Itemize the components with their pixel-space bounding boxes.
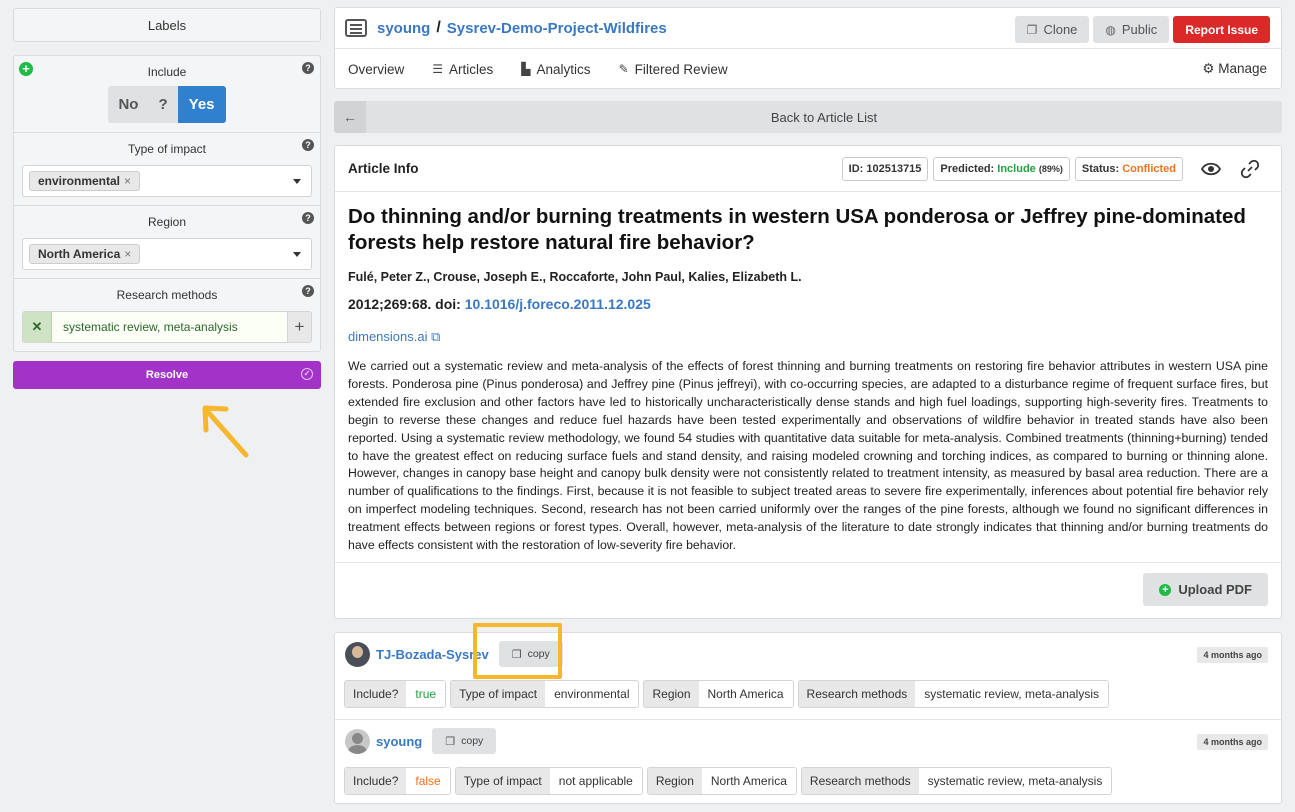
upload-pdf-button[interactable]: + Upload PDF	[1143, 573, 1268, 606]
answer-row: syoung ❐ copy 4 months ago Include? false …	[335, 719, 1281, 805]
region-dropdown[interactable]: North America ×	[22, 238, 312, 270]
label-region: Region ? North America ×	[14, 206, 320, 279]
tab-manage[interactable]: ⚙ Manage	[1202, 61, 1267, 77]
external-link-icon: ⧉	[431, 329, 441, 344]
eye-icon[interactable]	[1200, 158, 1222, 180]
clone-icon: ❐	[1026, 22, 1038, 37]
tab-overview[interactable]: Overview	[348, 62, 404, 77]
article-title: Do thinning and/or burning treatments in…	[348, 205, 1246, 254]
labels-panel: Labels + Include ? No? Yes Type of impact…	[13, 8, 321, 389]
answer-tag: Type of impact environmental	[450, 680, 640, 708]
gear-icon: ⚙	[1202, 61, 1215, 76]
copy-icon: ❐	[445, 735, 456, 748]
include-yes-button[interactable]: Yes	[177, 86, 226, 123]
callout-arrow-icon	[202, 405, 249, 458]
section-title: Article Info	[348, 161, 419, 176]
avatar	[345, 728, 370, 754]
help-icon[interactable]: ?	[302, 212, 314, 224]
tab-articles[interactable]: ☰ Articles	[432, 62, 493, 77]
add-icon[interactable]: +	[287, 312, 311, 342]
resolve-button[interactable]: Resolve ✓	[13, 361, 321, 389]
label-title: Include	[147, 65, 187, 79]
chip-remove-icon[interactable]: ×	[124, 247, 131, 261]
label-editor: + Include ? No? Yes Type of impact ? envi…	[13, 55, 321, 352]
answer-tag: Region North America	[643, 680, 794, 708]
tab-analytics[interactable]: ▙ Analytics	[521, 62, 590, 77]
id-badge: ID: 102513715	[841, 157, 929, 181]
predicted-badge: Predicted: Include (89%)	[933, 157, 1070, 181]
type-of-impact-dropdown[interactable]: environmental ×	[22, 165, 312, 197]
owner-link[interactable]: syoung	[377, 20, 430, 37]
dropdown-caret-icon[interactable]	[293, 252, 301, 257]
clear-icon[interactable]: ✕	[23, 312, 51, 342]
link-icon[interactable]	[1239, 158, 1261, 180]
label-title: Region	[147, 215, 187, 229]
clone-button[interactable]: ❐ Clone	[1014, 16, 1090, 43]
bar-chart-icon: ▙	[521, 62, 531, 76]
status-badge: Status: Conflicted	[1074, 157, 1183, 181]
pencil-icon: ✎	[618, 62, 629, 76]
label-title: Research methods	[116, 288, 218, 302]
arrow-left-icon: ←	[334, 101, 366, 133]
research-methods-value[interactable]: systematic review, meta-analysis	[51, 312, 287, 342]
public-button[interactable]: ◍ Public	[1093, 16, 1170, 43]
article-citation: 2012;269:68. doi: 10.1016/j.foreco.2011.…	[348, 296, 651, 312]
report-issue-button[interactable]: Report Issue	[1173, 16, 1270, 43]
user-link[interactable]: TJ-Bozada-Sysrev	[376, 647, 489, 662]
copy-button[interactable]: ❐ copy	[432, 728, 497, 754]
chip-remove-icon[interactable]: ×	[124, 174, 131, 188]
selected-chip: North America ×	[29, 244, 141, 264]
check-circle-icon: ✓	[301, 368, 313, 380]
include-button-group: No? Yes	[22, 86, 312, 123]
label-title: Type of impact	[127, 142, 207, 156]
label-include: + Include ? No? Yes	[14, 56, 320, 133]
project-header: syoung / Sysrev-Demo-Project-Wildfires ❐…	[334, 7, 1282, 89]
answer-tag: Research methods systematic review, meta-…	[797, 680, 1109, 708]
answer-tag: Region North America	[646, 767, 797, 795]
doi-link[interactable]: 10.1016/j.foreco.2011.12.025	[465, 296, 651, 312]
answer-tag: Research methods systematic review, meta-…	[800, 767, 1113, 795]
dropdown-caret-icon[interactable]	[293, 179, 301, 184]
answer-tag: Include? true	[344, 680, 447, 708]
labels-header: Labels	[13, 8, 321, 42]
article-authors: Fulé, Peter Z., Crouse, Joseph E., Rocca…	[348, 270, 802, 284]
timestamp: 4 months ago	[1197, 647, 1268, 663]
plus-circle-icon: +	[1159, 583, 1172, 596]
tab-filtered-review[interactable]: ✎ Filtered Review	[619, 62, 728, 77]
back-to-list-button[interactable]: ← Back to Article List	[334, 101, 1282, 133]
include-unknown-button[interactable]: ?	[148, 86, 178, 123]
label-type-of-impact: Type of impact ? environmental ×	[14, 133, 320, 206]
label-research-methods: Research methods ? ✕ systematic review, …	[14, 279, 320, 351]
add-label-icon[interactable]: +	[19, 62, 33, 76]
project-list-icon	[345, 19, 367, 37]
answer-tag: Include? false	[344, 767, 451, 795]
globe-icon: ◍	[1105, 22, 1116, 37]
include-no-button[interactable]: No	[108, 86, 149, 123]
list-icon: ☰	[432, 62, 444, 76]
article-panel: Article Info ID: 102513715 Predicted: In…	[334, 145, 1282, 619]
timestamp: 4 months ago	[1197, 734, 1268, 750]
help-icon[interactable]: ?	[302, 62, 314, 74]
breadcrumb-separator: /	[436, 19, 441, 36]
avatar	[345, 641, 370, 667]
callout-highlight-box	[473, 623, 562, 679]
research-methods-input: ✕ systematic review, meta-analysis +	[22, 311, 312, 343]
user-link[interactable]: syoung	[376, 734, 422, 749]
project-link[interactable]: Sysrev-Demo-Project-Wildfires	[447, 20, 667, 37]
help-icon[interactable]: ?	[302, 139, 314, 151]
selected-chip: environmental ×	[29, 171, 141, 191]
article-abstract: We carried out a systematic review and m…	[348, 359, 1268, 553]
answer-tag: Type of impact not applicable	[454, 767, 643, 795]
source-link[interactable]: dimensions.ai ⧉	[348, 329, 1268, 345]
help-icon[interactable]: ?	[302, 285, 314, 297]
